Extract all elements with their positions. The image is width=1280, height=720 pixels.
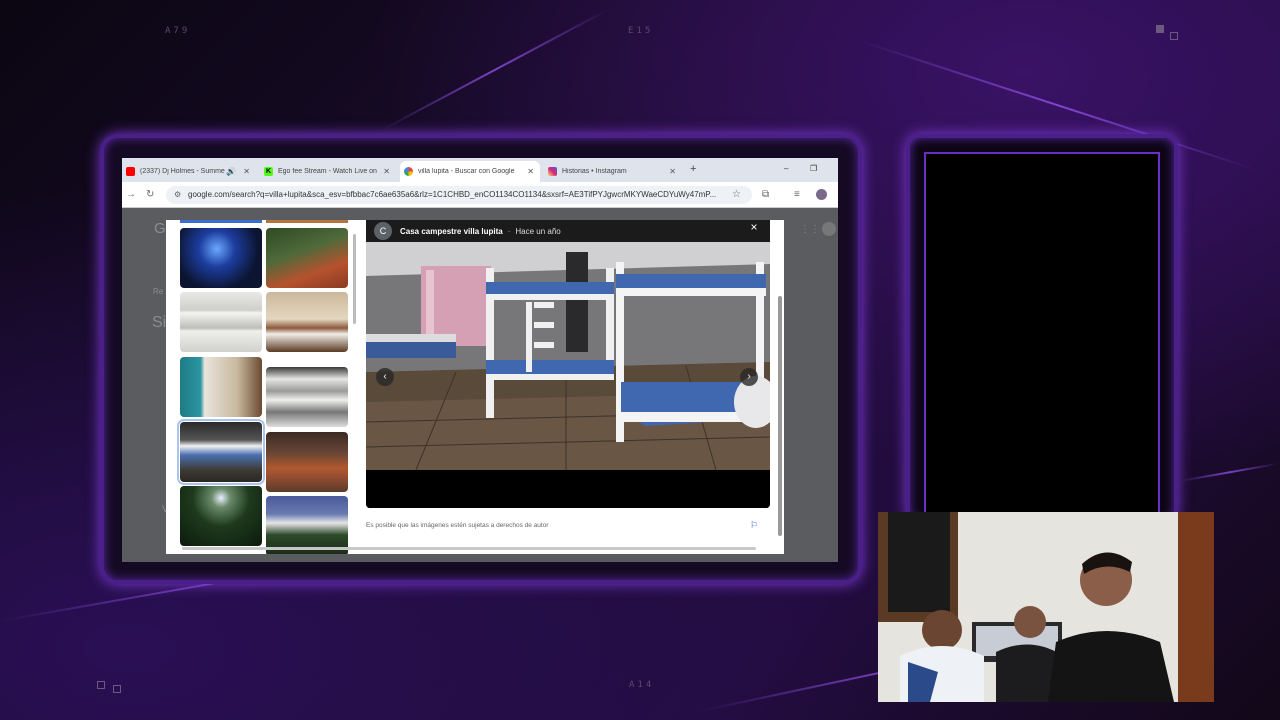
page-logo-fragment: G <box>154 220 166 237</box>
tab-title: Historias • Instagram <box>562 168 627 175</box>
lightbox-scrollbar[interactable] <box>778 296 782 536</box>
tab-instagram[interactable]: Historias • Instagram ✕ <box>544 161 682 182</box>
deco-square <box>97 681 105 689</box>
profile-avatar[interactable] <box>816 189 827 200</box>
source-avatar: C <box>374 222 392 240</box>
overlay-code-top-left: A79 <box>165 26 191 36</box>
instagram-icon <box>548 167 557 176</box>
background-streak <box>379 8 611 132</box>
background-streak <box>1179 462 1279 482</box>
close-button[interactable]: × <box>746 220 762 236</box>
new-tab-button[interactable]: + <box>690 163 696 175</box>
thumbnail-corridor[interactable] <box>266 228 348 288</box>
restore-button[interactable]: ❐ <box>810 164 817 173</box>
image-lightbox: C Casa campestre villa lupita · Hace un … <box>166 220 784 554</box>
deco-square <box>1156 25 1164 33</box>
tab-title: villa lupita - Buscar con Google <box>418 168 515 175</box>
webcam-overlay <box>878 512 1214 702</box>
side-panel-black <box>924 152 1160 520</box>
source-name[interactable]: Casa campestre villa lupita <box>400 227 503 236</box>
thumbnail-pool-night[interactable] <box>180 228 262 288</box>
deco-square <box>113 685 121 693</box>
url-text: google.com/search?q=villa+lupita&sca_esv… <box>188 190 717 199</box>
page-heading-fragment: Si <box>152 314 167 331</box>
thumbnail-house-exterior[interactable] <box>266 496 348 554</box>
close-icon[interactable]: ✕ <box>383 167 390 176</box>
thumbnail-bedroom-1[interactable] <box>266 292 348 352</box>
tab-kick[interactable]: K Ego fee Stream - Watch Live on ✕ <box>260 161 396 182</box>
thumbnail-shelves[interactable] <box>266 367 348 427</box>
apps-grid-icon[interactable]: ⋮⋮ <box>800 224 820 235</box>
tab-title: (2337) Dj Holmes - Summe <box>140 168 225 175</box>
thumbnail-garden-night[interactable] <box>180 486 262 546</box>
thumbnail-scrollbar[interactable] <box>353 234 356 324</box>
page-text-fragment: Re <box>153 287 164 296</box>
browser-window: (2337) Dj Holmes - Summe 🔊 ✕ K Ego fee S… <box>122 158 838 562</box>
thumbnail-bunk-beds-selected[interactable] <box>177 419 265 485</box>
report-flag-icon[interactable]: ⚐ <box>750 520 758 531</box>
tab-google-search[interactable]: villa lupita - Buscar con Google ✕ <box>400 161 540 182</box>
next-image-button[interactable]: › <box>740 368 758 386</box>
thumbnail-strip <box>166 220 356 554</box>
thumb-top-edge <box>180 220 262 223</box>
thumb-top-edge <box>266 220 348 223</box>
forward-icon[interactable]: → <box>126 189 136 200</box>
close-icon[interactable]: ✕ <box>527 167 534 176</box>
kick-icon: K <box>264 167 273 176</box>
reload-icon[interactable]: ↻ <box>146 189 154 200</box>
youtube-icon <box>126 167 135 176</box>
overlay-code-bottom-center: A14 <box>629 680 655 690</box>
close-icon[interactable]: ✕ <box>243 167 250 176</box>
bookmark-star-icon[interactable]: ☆ <box>732 189 741 200</box>
webcam-image <box>878 512 1214 702</box>
speaker-icon[interactable]: 🔊 <box>226 167 236 176</box>
tab-strip: (2337) Dj Holmes - Summe 🔊 ✕ K Ego fee S… <box>122 158 838 182</box>
main-image-bunk-beds[interactable]: ‹ › <box>366 242 770 508</box>
overlay-frame-side <box>906 134 1178 524</box>
bunk-beds-photo <box>366 242 770 508</box>
close-icon[interactable]: ✕ <box>669 167 676 176</box>
horizontal-scrollbar[interactable] <box>182 547 756 550</box>
google-icon <box>404 167 413 176</box>
tab-title: Ego fee Stream - Watch Live on <box>278 168 377 175</box>
url-field[interactable]: ⚙ google.com/search?q=villa+lupita&sca_e… <box>166 186 752 204</box>
post-time: Hace un año <box>515 226 561 236</box>
address-bar-row: → ↻ ⚙ google.com/search?q=villa+lupita&s… <box>122 182 838 208</box>
thumbnail-outdoor-kitchen[interactable] <box>266 432 348 492</box>
minimize-button[interactable]: – <box>784 164 788 173</box>
site-info-icon[interactable]: ⚙ <box>174 186 181 204</box>
overlay-code-top-center: E15 <box>628 26 654 36</box>
media-icon[interactable]: ≡ <box>794 189 800 200</box>
separator: · <box>507 226 511 236</box>
thumbnail-dishes[interactable] <box>180 292 262 352</box>
thumbnail-bedroom-2[interactable] <box>180 357 262 417</box>
account-avatar[interactable] <box>822 222 836 236</box>
extensions-icon[interactable]: ⧉ <box>762 189 769 200</box>
deco-square <box>1170 32 1178 40</box>
image-source-header: C Casa campestre villa lupita · Hace un … <box>366 220 770 242</box>
tab-youtube[interactable]: (2337) Dj Holmes - Summe 🔊 ✕ <box>122 161 256 182</box>
previous-image-button[interactable]: ‹ <box>376 368 394 386</box>
copyright-notice: Es posible que las imágenes estén sujeta… <box>366 522 549 529</box>
